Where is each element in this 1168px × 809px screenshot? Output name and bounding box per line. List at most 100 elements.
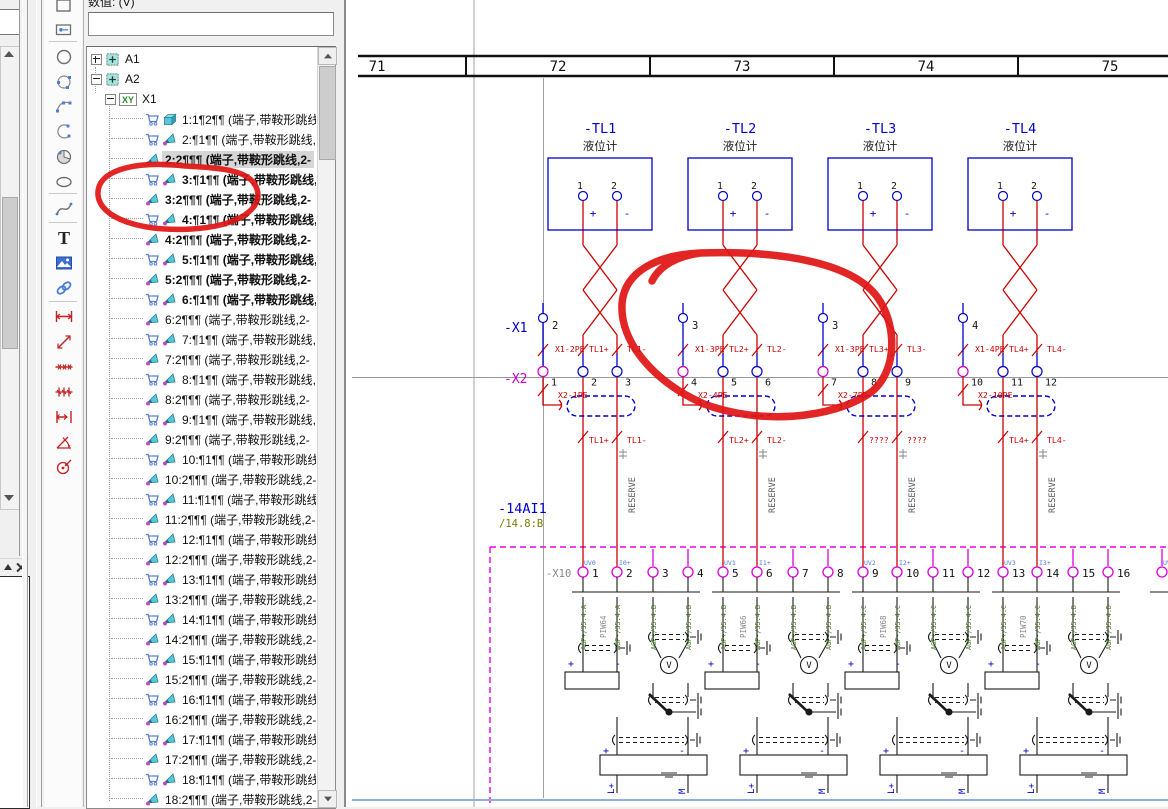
- text-tool-icon[interactable]: T: [51, 226, 77, 250]
- value-input[interactable]: [88, 12, 334, 36]
- dimension-aligned-icon[interactable]: [51, 330, 77, 354]
- supply-label: M: [958, 788, 968, 794]
- splitter[interactable]: [22, 0, 28, 807]
- hyperlink-tool-icon[interactable]: [51, 276, 77, 300]
- tree-item-terminal[interactable]: 8:2¶¶¶ (端子,带鞍形跳线,2-: [89, 389, 316, 409]
- tree-item-terminal[interactable]: 18:¶1¶¶ (端子,带鞍形跳线,2-: [89, 769, 316, 789]
- x2-bus-label: -X2: [504, 372, 527, 387]
- tree-item-terminal[interactable]: 2:¶1¶¶ (端子,带鞍形跳线,2-: [89, 129, 316, 149]
- voltmeter-label: V: [1086, 661, 1092, 671]
- cart-icon: [145, 492, 160, 507]
- tree-item-terminal[interactable]: 4:2¶¶¶ (端子,带鞍形跳线,2-: [89, 229, 316, 249]
- wire-label: ????: [907, 435, 927, 445]
- tree-item-terminal[interactable]: 6:2¶¶¶ (端子,带鞍形跳线,2-: [89, 309, 316, 329]
- tree-item-terminal[interactable]: 9:2¶¶¶ (端子,带鞍形跳线,2-: [89, 429, 316, 449]
- polarity: +: [603, 746, 609, 757]
- scroll-down-icon[interactable]: [324, 797, 332, 802]
- edge-input[interactable]: [0, 9, 20, 35]
- tree-item-label: 8:¶1¶¶ (端子,带鞍形跳线,2-: [179, 371, 316, 388]
- cart-icon: [145, 372, 160, 387]
- tree-item-terminal[interactable]: 7:2¶¶¶ (端子,带鞍形跳线,2-: [89, 349, 316, 369]
- edge-scroll-thumb[interactable]: [2, 197, 18, 349]
- tree-item-terminal[interactable]: 14:¶1¶¶ (端子,带鞍形跳线,2-: [89, 609, 316, 629]
- arc-tool-icon[interactable]: [51, 120, 77, 144]
- dimension-baseline-icon[interactable]: [51, 380, 77, 404]
- toolbar-separator: [49, 41, 77, 42]
- tree-item-a1[interactable]: A1: [89, 49, 316, 69]
- cart-icon: [145, 212, 160, 227]
- tree-item-terminal[interactable]: 15:2¶¶¶ (端子,带鞍形跳线,2-: [89, 669, 316, 689]
- tree-item-terminal[interactable]: 5:2¶¶¶ (端子,带鞍形跳线,2-: [89, 269, 316, 289]
- circle-tool-icon[interactable]: [51, 45, 77, 69]
- dimension-angle-icon[interactable]: [51, 430, 77, 454]
- tree-scrollbar[interactable]: [317, 47, 335, 808]
- collapse-icon[interactable]: [4, 564, 12, 570]
- tree-item-terminal-selected[interactable]: 2:2¶¶¶ (端子,带鞍形跳线,2-: [89, 149, 316, 169]
- tree-item-terminal[interactable]: 12:¶1¶¶ (端子,带鞍形跳线,2-: [89, 529, 316, 549]
- tree-item-terminal[interactable]: 4:¶1¶¶ (端子,带鞍形跳线,2-: [89, 209, 316, 229]
- x10-terminal-number: 16: [1117, 567, 1130, 580]
- rectangle-tool-icon[interactable]: [51, 0, 77, 18]
- tree-item-label: 1:1¶2¶¶ (端子,带鞍形跳线,2-: [179, 111, 316, 128]
- tree-item-terminal[interactable]: 16:¶1¶¶ (端子,带鞍形跳线,2-: [89, 689, 316, 709]
- tree-item-terminal[interactable]: 9:¶1¶¶ (端子,带鞍形跳线,2-: [89, 409, 316, 429]
- tree-item-terminal[interactable]: 11:¶1¶¶ (端子,带鞍形跳线,2-: [89, 489, 316, 509]
- tree-item-terminal[interactable]: 14:2¶¶¶ (端子,带鞍形跳线,2-: [89, 629, 316, 649]
- toolbar-separator: [49, 222, 77, 223]
- tree-item-terminal[interactable]: 12:2¶¶¶ (端子,带鞍形跳线,2-: [89, 549, 316, 569]
- scroll-up-icon[interactable]: [4, 51, 14, 57]
- tl-device-desc: 液位计: [1003, 139, 1038, 153]
- tree-scroll-thumb[interactable]: [319, 66, 336, 160]
- dimension-edge-icon[interactable]: [51, 405, 77, 429]
- ellipse-tool-icon[interactable]: [51, 170, 77, 194]
- collapse-icon[interactable]: [91, 74, 102, 85]
- tree-item-a2[interactable]: A2: [89, 69, 316, 89]
- tree-item-label: X1: [139, 92, 160, 106]
- tree-item-x1[interactable]: XY X1: [89, 89, 316, 109]
- tree-item-terminal[interactable]: 1:1¶2¶¶ (端子,带鞍形跳线,2-: [89, 109, 316, 129]
- tree-item-terminal[interactable]: 3:¶1¶¶ (端子,带鞍形跳线,2-: [89, 169, 316, 189]
- channel-tag: UV4: [1163, 559, 1168, 567]
- tree-item-terminal[interactable]: 6:¶1¶¶ (端子,带鞍形跳线,2-: [89, 289, 316, 309]
- node-edit-tool-icon[interactable]: [51, 18, 77, 42]
- channel-tag: I3+: [1039, 559, 1051, 567]
- tree-item-terminal[interactable]: 7:¶1¶¶ (端子,带鞍形跳线,2-: [89, 329, 316, 349]
- tree-item-terminal[interactable]: 16:2¶¶¶ (端子,带鞍形跳线,2-: [89, 709, 316, 729]
- spline-tool-icon[interactable]: [51, 197, 77, 221]
- tree-item-terminal[interactable]: 13:2¶¶¶ (端子,带鞍形跳线,2-: [89, 589, 316, 609]
- expand-icon[interactable]: [91, 54, 102, 65]
- polarity: +: [1023, 746, 1029, 757]
- dimension-center-icon[interactable]: [51, 455, 77, 479]
- circle-points-tool-icon[interactable]: [51, 70, 77, 94]
- dimension-linear-icon[interactable]: [51, 305, 77, 329]
- tl-pin: 1: [717, 181, 723, 192]
- tree-item-terminal[interactable]: 15:¶1¶¶ (端子,带鞍形跳线,2-: [89, 649, 316, 669]
- tree-item-terminal[interactable]: 13:¶1¶¶ (端子,带鞍形跳线,2-: [89, 569, 316, 589]
- scroll-up-icon[interactable]: [324, 54, 332, 59]
- column-header: 75: [1102, 59, 1119, 75]
- tree-item-terminal[interactable]: 10:2¶¶¶ (端子,带鞍形跳线,2-: [89, 469, 316, 489]
- dimension-chain-icon[interactable]: [51, 355, 77, 379]
- piw-address: PIW70: [1019, 615, 1028, 638]
- voltmeter-label: V: [666, 661, 672, 671]
- image-tool-icon[interactable]: [51, 251, 77, 275]
- schematic-canvas[interactable]: 71 72 73 74 75 -X1 -X2 -X10 -14AI1 /14.8…: [352, 0, 1168, 807]
- pie-tool-icon[interactable]: [51, 145, 77, 169]
- tree-item-terminal[interactable]: 8:¶1¶¶ (端子,带鞍形跳线,2-: [89, 369, 316, 389]
- wire-label: X2-7PE: [838, 390, 868, 400]
- tree-item-terminal[interactable]: 5:¶1¶¶ (端子,带鞍形跳线,2-: [89, 249, 316, 269]
- tree-item-terminal[interactable]: 17:¶1¶¶ (端子,带鞍形跳线,2-: [89, 729, 316, 749]
- edge-scrollbar[interactable]: [0, 46, 20, 510]
- wire-label: TL1+: [589, 344, 609, 354]
- cart-icon: [145, 572, 160, 587]
- tree-item-terminal[interactable]: 18:2¶¶¶ (端子,带鞍形跳线,2-: [89, 789, 316, 808]
- arc-points-tool-icon[interactable]: [51, 95, 77, 119]
- tree-item-terminal[interactable]: 3:2¶¶¶ (端子,带鞍形跳线,2-: [89, 189, 316, 209]
- flag-icon: [145, 432, 160, 447]
- tree-item-terminal[interactable]: 10:¶1¶¶ (端子,带鞍形跳线,2-: [89, 449, 316, 469]
- scroll-down-icon[interactable]: [4, 495, 14, 501]
- tree-item-terminal[interactable]: 11:2¶¶¶ (端子,带鞍形跳线,2-: [89, 509, 316, 529]
- collapse-icon[interactable]: [105, 94, 116, 105]
- tree-item-terminal[interactable]: 17:2¶¶¶ (端子,带鞍形跳线,2-: [89, 749, 316, 769]
- splitter[interactable]: [36, 0, 42, 807]
